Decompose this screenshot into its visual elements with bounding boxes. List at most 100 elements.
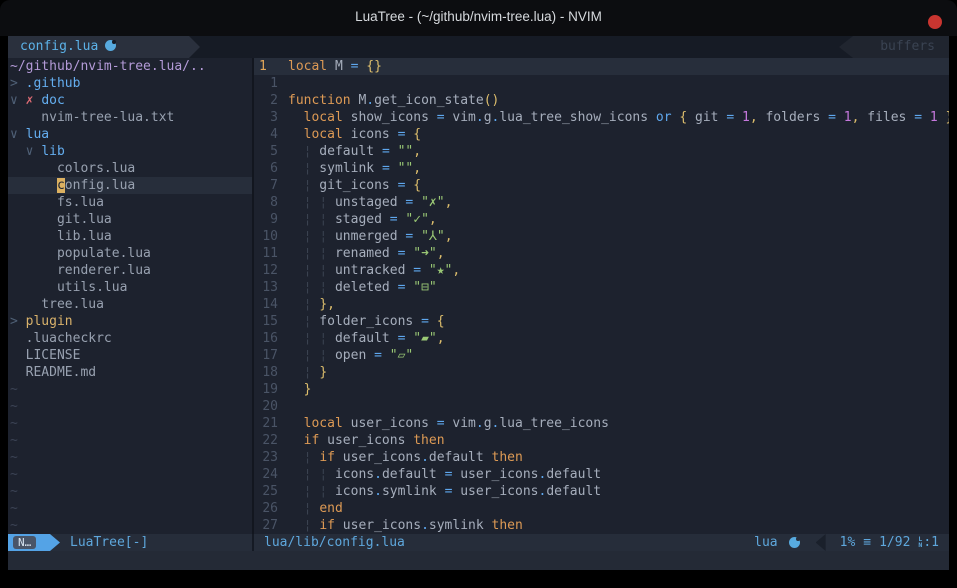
- file-path: lua/lib/config.lua: [264, 535, 405, 550]
- code-editor-panel: 1local M = {}12function M.get_icon_state…: [254, 58, 949, 534]
- token-b: {: [413, 127, 421, 142]
- line-number: 24: [254, 466, 278, 483]
- tree-item[interactable]: > plugin: [8, 313, 252, 330]
- tree-item[interactable]: README.md: [8, 364, 252, 381]
- code-line[interactable]: 18 ¦ }: [254, 364, 949, 381]
- close-button[interactable]: [928, 15, 942, 29]
- code-line[interactable]: 23 ¦ if user_icons.default then: [254, 449, 949, 466]
- tree-item[interactable]: ~/github/nvim-tree.lua/..: [8, 58, 252, 75]
- token-file: lib.lua: [10, 229, 112, 244]
- tab-config-lua[interactable]: config.lua: [8, 36, 200, 58]
- token-tilde: ~: [10, 518, 18, 533]
- tree-item[interactable]: fs.lua: [8, 194, 252, 211]
- code-line[interactable]: 2function M.get_icon_state(): [254, 92, 949, 109]
- code-line[interactable]: 15 ¦ folder_icons = {: [254, 313, 949, 330]
- code-line[interactable]: 3 local show_icons = vim.g.lua_tree_show…: [254, 109, 949, 126]
- mode-indicator: N…: [8, 534, 60, 551]
- token-dir: lua: [26, 127, 49, 142]
- token-k: if: [319, 450, 335, 465]
- token-i: [922, 110, 930, 125]
- code-line[interactable]: 11 ¦ ¦ renamed = "➜",: [254, 245, 949, 262]
- token-i: [288, 110, 304, 125]
- code-line[interactable]: 12 ¦ ¦ untracked = "★",: [254, 262, 949, 279]
- token-o: =: [413, 263, 421, 278]
- token-tilde: ~: [10, 501, 18, 516]
- token-i: [288, 297, 304, 312]
- tree-item[interactable]: config.lua: [8, 177, 252, 194]
- code-line[interactable]: 24 ¦ ¦ icons.default = user_icons.defaul…: [254, 466, 949, 483]
- window-title: LuaTree - (~/github/nvim-tree.lua) - NVI…: [0, 9, 957, 24]
- code-line[interactable]: 21 local user_icons = vim.g.lua_tree_ico…: [254, 415, 949, 432]
- token-i: vim: [445, 110, 476, 125]
- token-i: [734, 110, 742, 125]
- code-line[interactable]: 1: [254, 75, 949, 92]
- token-i: [288, 416, 304, 431]
- window-titlebar[interactable]: LuaTree - (~/github/nvim-tree.lua) - NVI…: [0, 0, 957, 36]
- code-line[interactable]: 22 if user_icons then: [254, 432, 949, 449]
- code-line[interactable]: 25 ¦ ¦ icons.symlink = user_icons.defaul…: [254, 483, 949, 500]
- code-line[interactable]: 16 ¦ ¦ default = "▰",: [254, 330, 949, 347]
- code-line[interactable]: 4 local icons = {: [254, 126, 949, 143]
- code-line[interactable]: 19 }: [254, 381, 949, 398]
- statusline-right: lua/lib/config.lua lua 1% ≡ 1/92 LN :1: [254, 534, 949, 551]
- tree-item[interactable]: utils.lua: [8, 279, 252, 296]
- token-file: onfig.lua: [65, 178, 135, 193]
- code-line[interactable]: 9 ¦ ¦ staged = "✓",: [254, 211, 949, 228]
- token-g: ¦: [319, 229, 327, 244]
- token-tilde: ~: [10, 467, 18, 482]
- code-text: local show_icons = vim.g.lua_tree_show_i…: [288, 109, 949, 126]
- code-text: ¦ ¦ open = "▱": [288, 347, 413, 364]
- token-i: [413, 229, 421, 244]
- token-i: [288, 484, 304, 499]
- tree-item[interactable]: nvim-tree-lua.txt: [8, 109, 252, 126]
- token-i: show_icons: [343, 110, 437, 125]
- tree-item[interactable]: ∨ lua: [8, 126, 252, 143]
- token-i: symlink: [311, 161, 381, 176]
- token-g: ¦: [319, 348, 327, 363]
- code-line[interactable]: 5 ¦ default = "",: [254, 143, 949, 160]
- code-line[interactable]: 8 ¦ ¦ unstaged = "✗",: [254, 194, 949, 211]
- code-line[interactable]: 14 ¦ },: [254, 296, 949, 313]
- line-number: 18: [254, 364, 278, 381]
- line-number: 5: [254, 143, 278, 160]
- tree-item[interactable]: ∨ lib: [8, 143, 252, 160]
- token-dir: lib: [41, 144, 64, 159]
- token-file: [10, 178, 57, 193]
- code-text: ¦ default = "",: [288, 143, 421, 160]
- code-line[interactable]: 17 ¦ ¦ open = "▱": [254, 347, 949, 364]
- line-number: 20: [254, 398, 278, 415]
- scroll-percent: 1%: [840, 535, 856, 550]
- token-b: {: [437, 314, 445, 329]
- code-line[interactable]: 6 ¦ symlink = "",: [254, 160, 949, 177]
- lines-icon: ≡: [863, 535, 871, 550]
- tree-item[interactable]: colors.lua: [8, 160, 252, 177]
- line-number-icon: LN: [918, 537, 922, 548]
- line-number: 15: [254, 313, 278, 330]
- token-n: 1: [742, 110, 750, 125]
- mode-text: N…: [13, 536, 36, 549]
- code-line[interactable]: 27 ¦ if user_icons.symlink then: [254, 517, 949, 534]
- file-tree-panel: ~/github/nvim-tree.lua/..> .github∨ ✗ do…: [8, 58, 252, 534]
- code-line[interactable]: 10 ¦ ¦ unmerged = "⅄",: [254, 228, 949, 245]
- code-line[interactable]: 26 ¦ end: [254, 500, 949, 517]
- tree-item[interactable]: ∨ ✗ doc: [8, 92, 252, 109]
- code-line[interactable]: 13 ¦ ¦ deleted = "⊟": [254, 279, 949, 296]
- buffers-section[interactable]: buffers: [839, 36, 949, 58]
- token-i: default: [382, 467, 445, 482]
- tree-item[interactable]: tree.lua: [8, 296, 252, 313]
- token-i: [288, 382, 304, 397]
- tree-item[interactable]: LICENSE: [8, 347, 252, 364]
- tree-item[interactable]: lib.lua: [8, 228, 252, 245]
- filetype-label: lua: [754, 535, 777, 550]
- command-line[interactable]: [8, 551, 949, 570]
- tree-item[interactable]: populate.lua: [8, 245, 252, 262]
- token-tilde: ~: [10, 416, 18, 431]
- code-line[interactable]: 1local M = {}: [254, 58, 949, 75]
- tree-item[interactable]: renderer.lua: [8, 262, 252, 279]
- code-line[interactable]: 7 ¦ git_icons = {: [254, 177, 949, 194]
- code-line[interactable]: 20: [254, 398, 949, 415]
- tree-item[interactable]: > .github: [8, 75, 252, 92]
- tree-item[interactable]: git.lua: [8, 211, 252, 228]
- token-g: ¦: [319, 212, 327, 227]
- tree-item[interactable]: .luacheckrc: [8, 330, 252, 347]
